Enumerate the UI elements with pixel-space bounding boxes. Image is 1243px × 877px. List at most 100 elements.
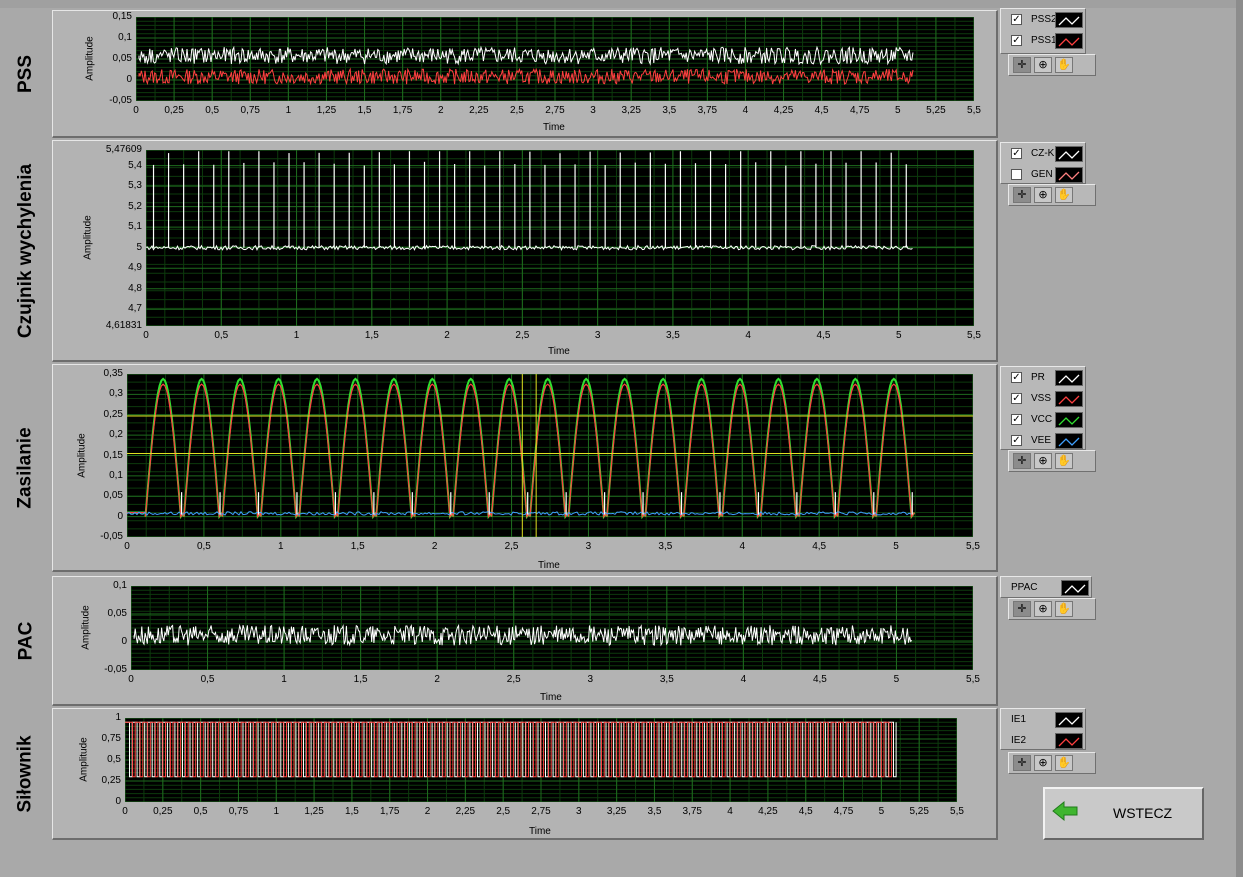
x-tick-label: 2 xyxy=(424,806,431,817)
legend-item[interactable]: GEN xyxy=(1001,165,1085,185)
y-tick-label: -0,05 xyxy=(109,95,132,106)
cursor-move-icon[interactable]: ✛ xyxy=(1013,187,1031,203)
pan-hand-icon[interactable]: ✋ xyxy=(1055,57,1073,73)
legend-item-label: GEN xyxy=(1031,169,1053,180)
pan-hand-icon[interactable]: ✋ xyxy=(1055,755,1073,771)
legend-item[interactable]: ✓ PR xyxy=(1001,368,1085,388)
arrow-left-icon xyxy=(1052,800,1078,822)
x-tick-label: 4 xyxy=(727,806,733,817)
x-tick-label: 1,25 xyxy=(316,105,337,116)
trace-sample xyxy=(1058,716,1080,726)
legend-item[interactable]: ✓ VEE xyxy=(1001,431,1085,451)
legend-visibility-checkbox[interactable]: ✓ xyxy=(1011,435,1022,446)
zoom-icon[interactable]: ⊕ xyxy=(1034,453,1052,469)
x-tick-label: 2,75 xyxy=(531,806,551,817)
line-style-swatch[interactable] xyxy=(1055,146,1083,162)
line-style-swatch[interactable] xyxy=(1055,370,1083,386)
pan-hand-icon[interactable]: ✋ xyxy=(1055,453,1073,469)
zoom-icon[interactable]: ⊕ xyxy=(1034,601,1052,617)
x-tick-label: 3,5 xyxy=(659,674,674,685)
cursor-move-icon[interactable]: ✛ xyxy=(1013,453,1031,469)
graph-svg-pac xyxy=(131,586,973,670)
y-tick-label: 5,4 xyxy=(128,159,142,171)
section-label-text: PAC xyxy=(15,621,36,661)
legend-item-label: IE2 xyxy=(1011,735,1027,746)
legend-item[interactable]: ✓ PSS1 xyxy=(1001,31,1085,51)
cursor-move-icon[interactable]: ✛ xyxy=(1013,755,1031,771)
x-tick-label: 2 xyxy=(434,674,440,685)
x-tick-label: 1 xyxy=(278,541,284,552)
x-tick-label: 5 xyxy=(893,674,900,685)
line-style-swatch[interactable] xyxy=(1055,12,1083,28)
legend-item[interactable]: IE2 xyxy=(1001,731,1085,751)
back-button-label: WSTECZ xyxy=(1113,805,1173,821)
pan-hand-icon[interactable]: ✋ xyxy=(1055,187,1073,203)
x-tick-label: 3,5 xyxy=(647,806,662,817)
x-tick-label: 0,5 xyxy=(205,105,220,116)
x-tick-label: 4,5 xyxy=(814,105,829,116)
cursor-move-icon[interactable]: ✛ xyxy=(1013,601,1031,617)
x-tick-label: 5,5 xyxy=(966,674,980,685)
legend-item[interactable]: IE1 xyxy=(1001,710,1085,730)
x-axis-label: Time xyxy=(529,826,551,837)
y-axis-label: Amplitude xyxy=(80,605,92,650)
x-tick-label: 2,5 xyxy=(506,674,521,685)
trace-sample xyxy=(1064,584,1086,594)
x-tick-label: 5 xyxy=(895,330,902,341)
x-tick-label: 1,5 xyxy=(364,330,379,341)
legend-item-label: PSS1 xyxy=(1031,35,1057,46)
y-tick-label: 0 xyxy=(115,796,121,807)
graph-plot-area-zasilanie[interactable] xyxy=(127,374,973,537)
line-style-swatch[interactable] xyxy=(1061,580,1089,596)
zoom-icon[interactable]: ⊕ xyxy=(1034,57,1052,73)
zoom-icon[interactable]: ⊕ xyxy=(1034,187,1052,203)
graph-plot-area-pss[interactable] xyxy=(136,17,974,101)
x-tick-label: 0,5 xyxy=(214,330,229,341)
legend-item[interactable]: ✓ VCC xyxy=(1001,410,1085,430)
legend-item[interactable]: ✓ CZ-K xyxy=(1001,144,1085,164)
cursor-move-icon[interactable]: ✛ xyxy=(1013,57,1031,73)
x-tick-label: 1 xyxy=(293,330,300,341)
graph-svg-czujnik xyxy=(146,150,974,326)
line-style-swatch[interactable] xyxy=(1055,712,1083,728)
graph-palette: ✛ ⊕ ✋ xyxy=(1008,450,1096,472)
legend-item[interactable]: ✓ PSS2 xyxy=(1001,10,1085,30)
legend-visibility-checkbox[interactable]: ✓ xyxy=(1011,372,1022,383)
graph-plot-area-czujnik[interactable] xyxy=(146,150,974,326)
x-tick-label: 3,75 xyxy=(697,105,718,116)
x-axis-label: Time xyxy=(548,346,570,357)
line-style-swatch[interactable] xyxy=(1055,733,1083,749)
zoom-icon[interactable]: ⊕ xyxy=(1034,755,1052,771)
x-tick-label: 3,25 xyxy=(606,806,627,817)
legend-item[interactable]: ✓ VSS xyxy=(1001,389,1085,409)
x-tick-label: 1,5 xyxy=(344,806,359,817)
trace-sample xyxy=(1058,171,1080,181)
legend-item-label: PSS2 xyxy=(1031,14,1057,25)
y-axis-label: Amplitude xyxy=(82,215,94,260)
line-style-swatch[interactable] xyxy=(1055,433,1083,449)
legend-visibility-checkbox[interactable]: ✓ xyxy=(1011,14,1022,25)
pan-hand-icon[interactable]: ✋ xyxy=(1055,601,1073,617)
x-tick-label: 0 xyxy=(143,330,149,341)
x-tick-label: 3 xyxy=(594,330,601,341)
graph-plot-area-silownik[interactable] xyxy=(125,718,957,802)
line-style-swatch[interactable] xyxy=(1055,33,1083,49)
legend-item[interactable]: PPAC xyxy=(1001,578,1091,598)
line-style-swatch[interactable] xyxy=(1055,391,1083,407)
back-button[interactable]: WSTECZ xyxy=(1043,787,1204,840)
x-tick-label: 1 xyxy=(285,105,292,116)
legend-visibility-checkbox[interactable]: ✓ xyxy=(1011,148,1022,159)
x-tick-label: 4,5 xyxy=(798,806,813,817)
section-label-silownik: Siłownik xyxy=(0,708,52,840)
line-style-swatch[interactable] xyxy=(1055,412,1083,428)
legend-visibility-checkbox[interactable]: ✓ xyxy=(1011,35,1022,46)
trace-sample xyxy=(1058,416,1080,426)
legend-visibility-checkbox[interactable] xyxy=(1011,169,1022,180)
legend-visibility-checkbox[interactable]: ✓ xyxy=(1011,414,1022,425)
graph-plot-area-pac[interactable] xyxy=(131,586,973,670)
line-style-swatch[interactable] xyxy=(1055,167,1083,183)
legend-visibility-checkbox[interactable]: ✓ xyxy=(1011,393,1022,404)
y-tick-label: 0,1 xyxy=(113,580,127,591)
x-tick-label: 0,5 xyxy=(200,674,215,685)
x-tick-label: 0 xyxy=(133,105,139,116)
